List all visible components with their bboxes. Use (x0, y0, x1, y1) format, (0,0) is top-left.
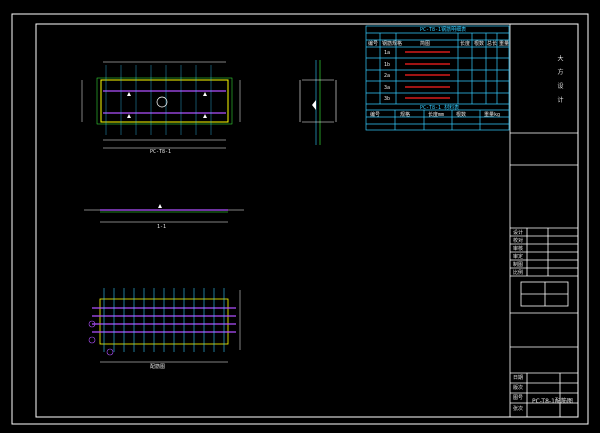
plan-view-label: PC-T8-1 (150, 149, 172, 155)
rebar-table-footer-4: 重量kg (484, 112, 501, 118)
rebar-table-subtitle: PC-T8-1 材料表 (420, 105, 460, 111)
rebar-row-2a: 2a (384, 73, 391, 79)
title-small-2: 张次 (513, 406, 524, 412)
title-row-5: 比例 (513, 270, 524, 276)
rebar-table-header-0: 编号 (368, 41, 379, 47)
title-row-0: 设计 (513, 230, 524, 236)
rebar-table-footer-1: 规格 (400, 112, 411, 118)
title-block (509, 24, 578, 417)
rebar-table-header-1: 钢筋规格 (382, 41, 403, 47)
rebar-row-1a: 1a (384, 50, 391, 56)
title-small-0: 版次 (513, 385, 524, 391)
rebar-table-footer-0: 编号 (370, 112, 381, 118)
section-view (84, 204, 244, 223)
rebar-shape-sketches (405, 51, 450, 99)
title-row-3: 审定 (513, 254, 524, 260)
plan-view (81, 61, 241, 149)
rebar-table-header-5: 总长 (487, 41, 498, 47)
side-view (299, 60, 337, 145)
rebar-row-1b: 1b (384, 62, 391, 68)
rebar-table-header-2: 简图 (420, 41, 431, 47)
outer-frame (11, 13, 589, 425)
title-row-1: 校对 (513, 238, 524, 244)
rebar-table-header-6: 重量 (499, 41, 510, 47)
cad-drawing-canvas[interactable] (0, 0, 600, 433)
rebar-row-3b: 3b (384, 96, 391, 102)
sheet-name: PC-T8-1配筋图 (532, 398, 573, 405)
rebar-table-title: PC-T8-1钢筋明细表 (420, 27, 467, 33)
title-row-6: 日期 (513, 375, 524, 381)
rebar-table-header-4: 根数 (474, 41, 485, 47)
company-mark: 大 方 设 计 (556, 55, 563, 106)
rebar-view-label: 配筋图 (150, 364, 166, 370)
title-row-4: 制图 (513, 262, 524, 268)
title-row-2: 审核 (513, 246, 524, 252)
rebar-row-3a: 3a (384, 85, 391, 91)
rebar-table-header-3: 长度 (460, 41, 471, 47)
section-view-label: 1-1 (157, 224, 167, 230)
title-small-1: 图号 (513, 395, 524, 401)
rebar-layout-view (88, 288, 241, 363)
rebar-table-footer-2: 长度mm (428, 112, 445, 118)
rebar-table-footer-3: 根数 (456, 112, 467, 118)
